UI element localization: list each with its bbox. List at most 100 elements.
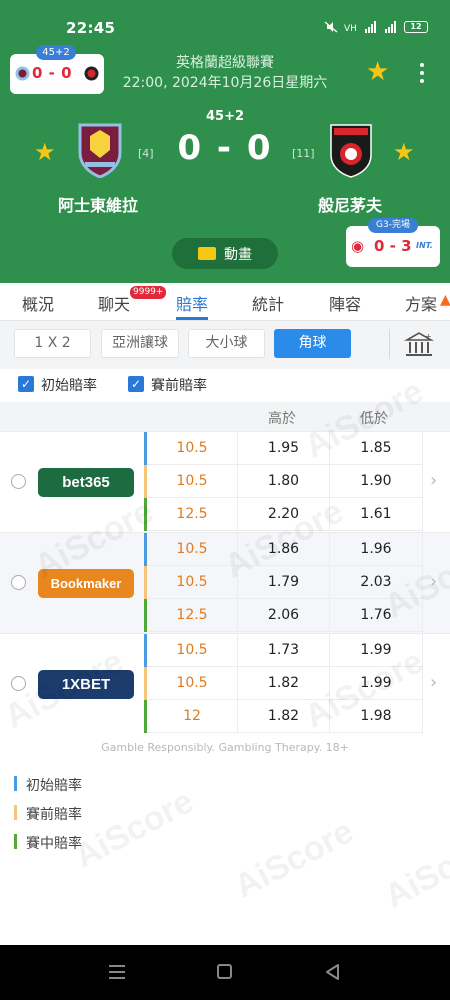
tab-overview[interactable]: 概況	[22, 291, 54, 315]
odds-line-value: 10.5	[176, 541, 208, 557]
filter-1x2[interactable]: 1 X 2	[14, 329, 91, 358]
legend-initial-bar	[14, 776, 17, 791]
match-minute: 45+2	[205, 109, 245, 124]
favorite-star-icon[interactable]: ★	[366, 59, 389, 85]
away-team-rank: [11]	[292, 147, 315, 160]
animation-button[interactable]: 動畫	[172, 238, 278, 269]
related-match-tag: INT.	[416, 241, 433, 250]
odds-row: 12 1.82 1.98	[144, 700, 422, 733]
odds-row: 10.5 1.80 1.90	[144, 465, 422, 498]
signal-icon	[365, 21, 376, 33]
odds-under-value: 1.99	[329, 667, 422, 700]
bookmaker-group[interactable]: bet365 10.5 1.95 1.85 10.5 1.80 1.90 12.5 2.20 1.…	[0, 431, 450, 532]
odds-over-value: 1.80	[237, 465, 329, 498]
home-team-rank: [4]	[138, 147, 154, 160]
filter-asian-handicap[interactable]: 亞洲讓球	[101, 329, 179, 358]
status-icons: VH 12	[324, 21, 428, 33]
home-team-crest-icon[interactable]	[77, 122, 123, 178]
odds-under-value: 1.90	[329, 465, 422, 498]
bookmaker-select-radio[interactable]	[11, 474, 26, 489]
responsible-gambling-note: Gamble Responsibly. Gambling Therapy. 18…	[101, 741, 349, 754]
watermark: AiScore	[228, 812, 360, 906]
odds-row: 10.5 1.79 2.03	[144, 566, 422, 599]
legend-prematch-label: 賽前賠率	[26, 807, 82, 823]
home-favorite-star-icon[interactable]: ★	[34, 140, 56, 164]
match-tabs: 概況 聊天 賠率 統計 陣容 方案	[0, 283, 450, 321]
chat-count-badge: 9999+	[130, 286, 167, 299]
odds-line-value: 10.5	[176, 574, 208, 590]
filter-over-under[interactable]: 大小球	[188, 329, 265, 358]
odds-row: 10.5 1.95 1.85	[144, 432, 422, 465]
odds-under-value: 1.76	[329, 599, 422, 632]
bookmaker-logo: Bookmaker	[38, 569, 134, 598]
signal-icon-2	[385, 21, 396, 33]
legend-live-label: 賽中賠率	[26, 836, 82, 852]
odds-over-value: 1.82	[237, 667, 329, 700]
away-team-crest-icon[interactable]	[328, 122, 374, 178]
battery-icon: 12	[404, 21, 428, 33]
home-icon[interactable]	[217, 964, 232, 979]
bookmaker-bank-icon[interactable]: +	[404, 331, 434, 359]
over-column-header: 高於	[268, 411, 296, 427]
tab-chat[interactable]: 聊天	[98, 291, 130, 315]
related-match-score: 0 - 3	[374, 237, 412, 255]
mute-icon	[324, 21, 338, 33]
away-favorite-star-icon[interactable]: ★	[393, 140, 415, 164]
watermark: AiScore	[378, 822, 450, 916]
tab-plans[interactable]: 方案	[405, 291, 437, 315]
odds-under-value: 1.85	[329, 432, 422, 465]
odds-under-value: 1.99	[329, 634, 422, 667]
odds-line-value: 10.5	[176, 440, 208, 456]
odds-visibility-checkboxes: ✓ 初始賠率 ✓ 賽前賠率	[0, 369, 450, 402]
table-column-rule	[422, 634, 423, 734]
odds-over-value: 1.73	[237, 634, 329, 667]
prematch-odds-checkbox[interactable]: ✓	[128, 376, 144, 392]
status-bar: 22:45 VH 12	[0, 0, 450, 46]
away-team-name[interactable]: 般尼茅夫	[318, 192, 382, 216]
table-column-rule	[422, 533, 423, 633]
more-menu-icon[interactable]	[414, 60, 430, 86]
odds-line-value: 10.5	[176, 473, 208, 489]
related-match-card[interactable]: G3-完場 ◉ 0 - 3 INT.	[346, 218, 440, 267]
active-tab-indicator	[176, 317, 208, 320]
animation-pitch-icon	[198, 247, 216, 260]
odds-under-value: 1.61	[329, 498, 422, 531]
odds-over-value: 1.82	[237, 700, 329, 733]
chevron-right-icon[interactable]: ›	[430, 571, 437, 592]
tab-lineup[interactable]: 陣容	[329, 291, 361, 315]
odds-line-value: 12.5	[176, 607, 208, 623]
initial-odds-label: 初始賠率	[41, 378, 97, 394]
bookmaker-select-radio[interactable]	[11, 676, 26, 691]
chevron-right-icon[interactable]: ›	[430, 470, 437, 491]
related-match-status: G3-完場	[368, 218, 418, 233]
watermark: AiScore	[68, 782, 200, 876]
back-icon[interactable]	[324, 963, 340, 981]
odds-line-value: 10.5	[176, 675, 208, 691]
match-header: 22:45 VH 12 45+2 0 - 0 英格蘭超級聯賽 22:00, 20…	[0, 0, 450, 283]
bookmaker-group[interactable]: Bookmaker 10.5 1.86 1.96 10.5 1.79 2.03 12.5 2.0…	[0, 532, 450, 633]
odds-under-value: 1.96	[329, 533, 422, 566]
filter-corners[interactable]: 角球	[274, 329, 351, 358]
bookmaker-logo: bet365	[38, 468, 134, 497]
tab-odds[interactable]: 賠率	[176, 291, 208, 315]
fire-icon: ▲	[440, 292, 450, 308]
legend-initial-label: 初始賠率	[26, 778, 82, 794]
recent-apps-icon[interactable]	[109, 965, 125, 979]
prematch-odds-label: 賽前賠率	[151, 378, 207, 394]
odds-line-value: 10.5	[176, 642, 208, 658]
bookmaker-logo: 1XBET	[38, 670, 134, 699]
odds-row: 10.5 1.73 1.99	[144, 634, 422, 667]
bookmaker-select-radio[interactable]	[11, 575, 26, 590]
tab-stats[interactable]: 統計	[252, 291, 284, 315]
bookmaker-group[interactable]: 1XBET 10.5 1.73 1.99 10.5 1.82 1.99 12 1.82 1.98 ›	[0, 633, 450, 734]
odds-row: 10.5 1.86 1.96	[144, 533, 422, 566]
filter-divider	[389, 329, 390, 359]
legend-live-bar	[14, 834, 17, 849]
odds-row: 12.5 2.06 1.76	[144, 599, 422, 632]
home-team-name[interactable]: 阿士東維拉	[58, 192, 138, 216]
chevron-right-icon[interactable]: ›	[430, 672, 437, 693]
odds-over-value: 1.95	[237, 432, 329, 465]
odds-under-value: 1.98	[329, 700, 422, 733]
odds-table-header: 高於 低於	[0, 402, 450, 431]
initial-odds-checkbox[interactable]: ✓	[18, 376, 34, 392]
